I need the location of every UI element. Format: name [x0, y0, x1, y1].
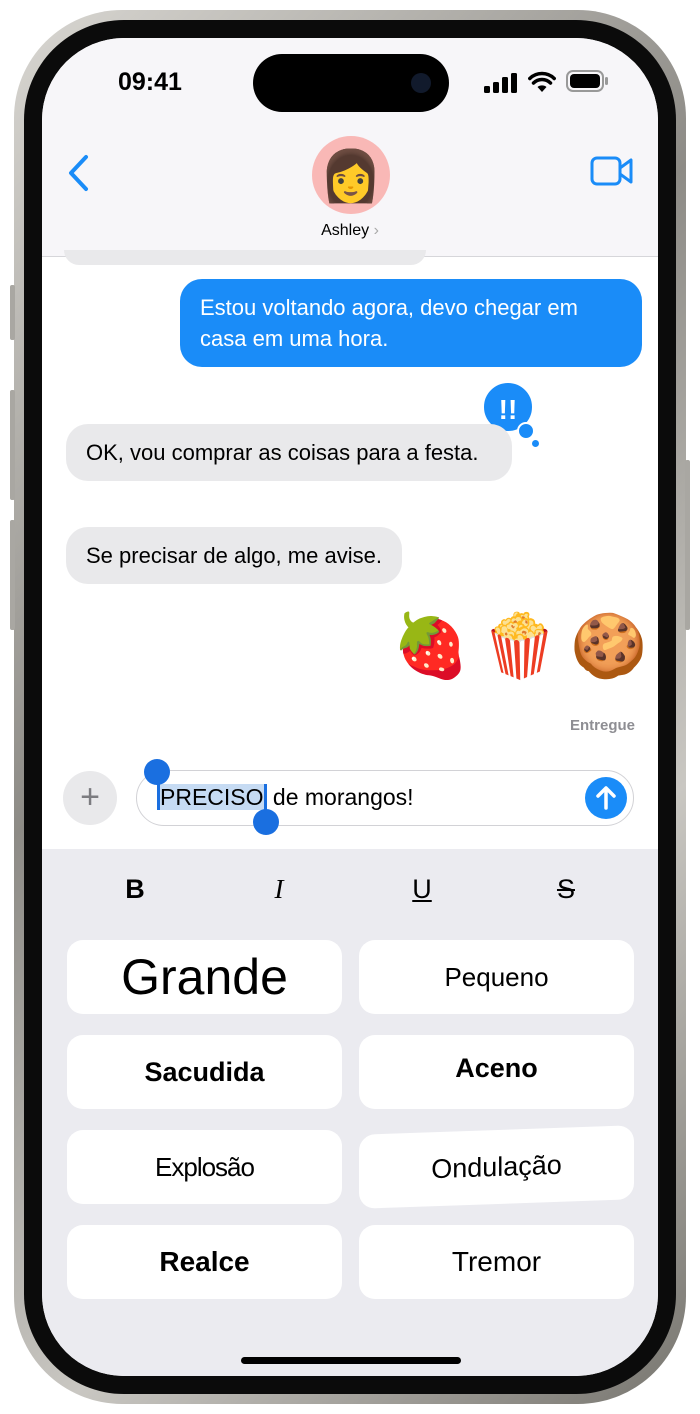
battery-icon [566, 70, 608, 92]
italic-button[interactable]: I [259, 874, 299, 905]
wifi-icon [528, 71, 556, 92]
effect-realce[interactable]: Realce [67, 1225, 342, 1299]
volume-down-button [10, 520, 15, 630]
message-bubble-outgoing[interactable]: Estou voltando agora, devo chegar em cas… [180, 279, 642, 367]
popcorn-emoji: 🍿 [481, 612, 571, 681]
effect-tremor[interactable]: Tremor [359, 1225, 634, 1299]
effect-pequeno[interactable]: Pequeno [359, 940, 634, 1014]
home-indicator[interactable] [241, 1357, 461, 1364]
back-chevron-icon[interactable] [66, 154, 90, 192]
contact-name-button[interactable]: Ashley › [42, 222, 658, 240]
message-bubble-partial [64, 250, 426, 265]
plus-button[interactable]: + [63, 771, 117, 825]
arrow-up-icon [596, 786, 616, 810]
selection-start-handle[interactable] [144, 759, 170, 785]
effect-sacudida[interactable]: Sacudida [67, 1035, 342, 1109]
message-bubble-incoming[interactable]: Se precisar de algo, me avise. [66, 527, 402, 584]
message-bubble-incoming[interactable]: OK, vou comprar as coisas para a festa. [66, 424, 512, 481]
cookie-emoji: 🍪 [570, 612, 658, 681]
video-camera-icon[interactable] [590, 156, 634, 186]
strikethrough-button[interactable]: S [546, 874, 586, 905]
selected-text[interactable]: PRECISO [157, 784, 267, 810]
delivery-status: Entregue [569, 717, 635, 734]
tapback-tail-dot [532, 440, 539, 447]
screen: 09:41 👩 Ashley › Estou voltando agora, d… [42, 38, 658, 1376]
message-input[interactable]: PRECISO de morangos! [136, 770, 634, 826]
underline-button[interactable]: U [402, 874, 442, 905]
bold-button[interactable]: B [115, 874, 155, 905]
power-button [685, 460, 690, 630]
status-time: 09:41 [118, 68, 182, 96]
effect-grande[interactable]: Grande [67, 940, 342, 1014]
dynamic-island [253, 54, 449, 112]
chevron-right-icon: › [373, 222, 379, 239]
contact-name: Ashley [321, 222, 370, 239]
input-text: de morangos! [266, 784, 414, 810]
effect-explosao[interactable]: Explosão [67, 1130, 342, 1204]
strawberry-emoji: 🍓 [392, 612, 482, 681]
contact-avatar[interactable]: 👩 [312, 136, 390, 214]
emoji-message[interactable]: 🍓🍿🍪 [392, 610, 658, 683]
selection-end-handle[interactable] [253, 809, 279, 835]
action-button [10, 285, 15, 340]
tapback-tail [517, 422, 535, 440]
send-button[interactable] [585, 777, 627, 819]
effect-ondulacao[interactable]: Ondulação [359, 1125, 634, 1209]
effect-aceno[interactable]: Aceno [359, 1035, 634, 1109]
volume-up-button [10, 390, 15, 500]
signal-icon [484, 73, 517, 93]
